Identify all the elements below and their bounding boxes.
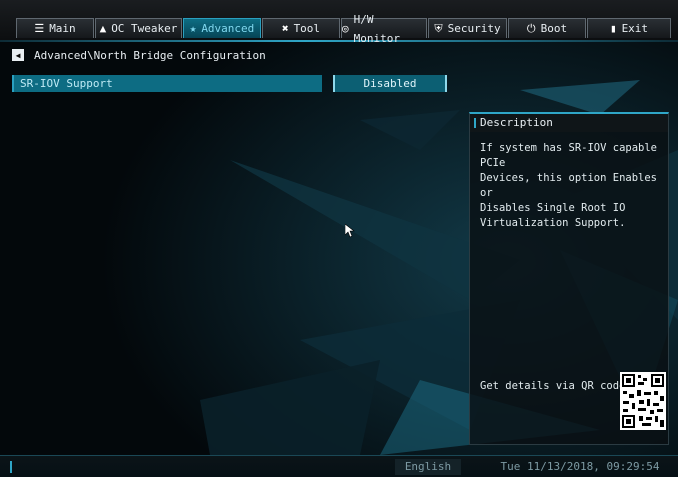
- door-icon: ▮: [609, 22, 617, 35]
- description-title: Description: [470, 114, 668, 132]
- power-icon: ⏻: [526, 22, 536, 35]
- list-icon: ☰: [34, 22, 45, 35]
- description-line: Devices, this option Enables or: [480, 172, 658, 199]
- tab-label: Tool: [293, 22, 321, 35]
- shield-icon: ⛨: [434, 22, 443, 35]
- back-arrow-icon[interactable]: ◀: [12, 49, 24, 61]
- status-marker: [10, 461, 12, 473]
- star-icon: ★: [189, 22, 197, 35]
- date-time: Tue 11/13/2018, 09:29:54: [500, 460, 660, 473]
- tab-label: Boot: [540, 22, 568, 35]
- description-line: If system has SR-IOV capable PCIe: [480, 142, 658, 169]
- tab-label: Advanced: [201, 22, 255, 35]
- rocket-icon: ▲: [99, 22, 107, 35]
- option-value-dropdown[interactable]: Disabled: [333, 75, 447, 92]
- tab-boot[interactable]: ⏻ Boot: [508, 18, 586, 38]
- description-panel: Description If system has SR-IOV capable…: [469, 112, 669, 445]
- gauge-icon: ◎: [342, 22, 349, 35]
- option-sr-iov-support[interactable]: SR-IOV Support: [12, 75, 322, 92]
- option-value: Disabled: [363, 77, 417, 90]
- tab-label: Security: [447, 22, 501, 35]
- tab-tool[interactable]: ✖ Tool: [262, 18, 340, 38]
- top-accent-line: [0, 40, 678, 42]
- description-text: If system has SR-IOV capable PCIe Device…: [480, 141, 665, 231]
- wrench-icon: ✖: [281, 22, 289, 35]
- tab-exit[interactable]: ▮ Exit: [587, 18, 671, 38]
- option-label: SR-IOV Support: [20, 77, 113, 90]
- description-line: Virtualization Support.: [480, 217, 626, 229]
- mouse-pointer-icon: [345, 224, 355, 238]
- breadcrumb-path: Advanced\North Bridge Configuration: [34, 48, 266, 62]
- tab-security[interactable]: ⛨ Security: [428, 18, 507, 38]
- main-tabs: ☰ Main ▲ OC Tweaker ★ Advanced ✖ Tool ◎ H/W M…: [16, 13, 672, 45]
- tab-oc-tweaker[interactable]: ▲ OC Tweaker: [95, 18, 182, 38]
- qr-label: Get details via QR code: [480, 380, 626, 392]
- qr-code-icon: [620, 372, 666, 430]
- language-selector[interactable]: English: [395, 459, 461, 475]
- description-line: Disables Single Root IO: [480, 202, 626, 214]
- tab-label: H/W Monitor: [353, 12, 400, 45]
- status-bar: English Tue 11/13/2018, 09:29:54: [0, 455, 678, 477]
- breadcrumb: ◀ Advanced\North Bridge Configuration: [12, 47, 266, 63]
- tab-advanced[interactable]: ★ Advanced: [183, 18, 261, 38]
- tab-hw-monitor[interactable]: ◎ H/W Monitor: [341, 13, 427, 45]
- tab-label: Exit: [621, 22, 649, 35]
- tab-label: Main: [49, 22, 76, 35]
- tab-label: OC Tweaker: [111, 22, 178, 35]
- tab-main[interactable]: ☰ Main: [16, 18, 94, 38]
